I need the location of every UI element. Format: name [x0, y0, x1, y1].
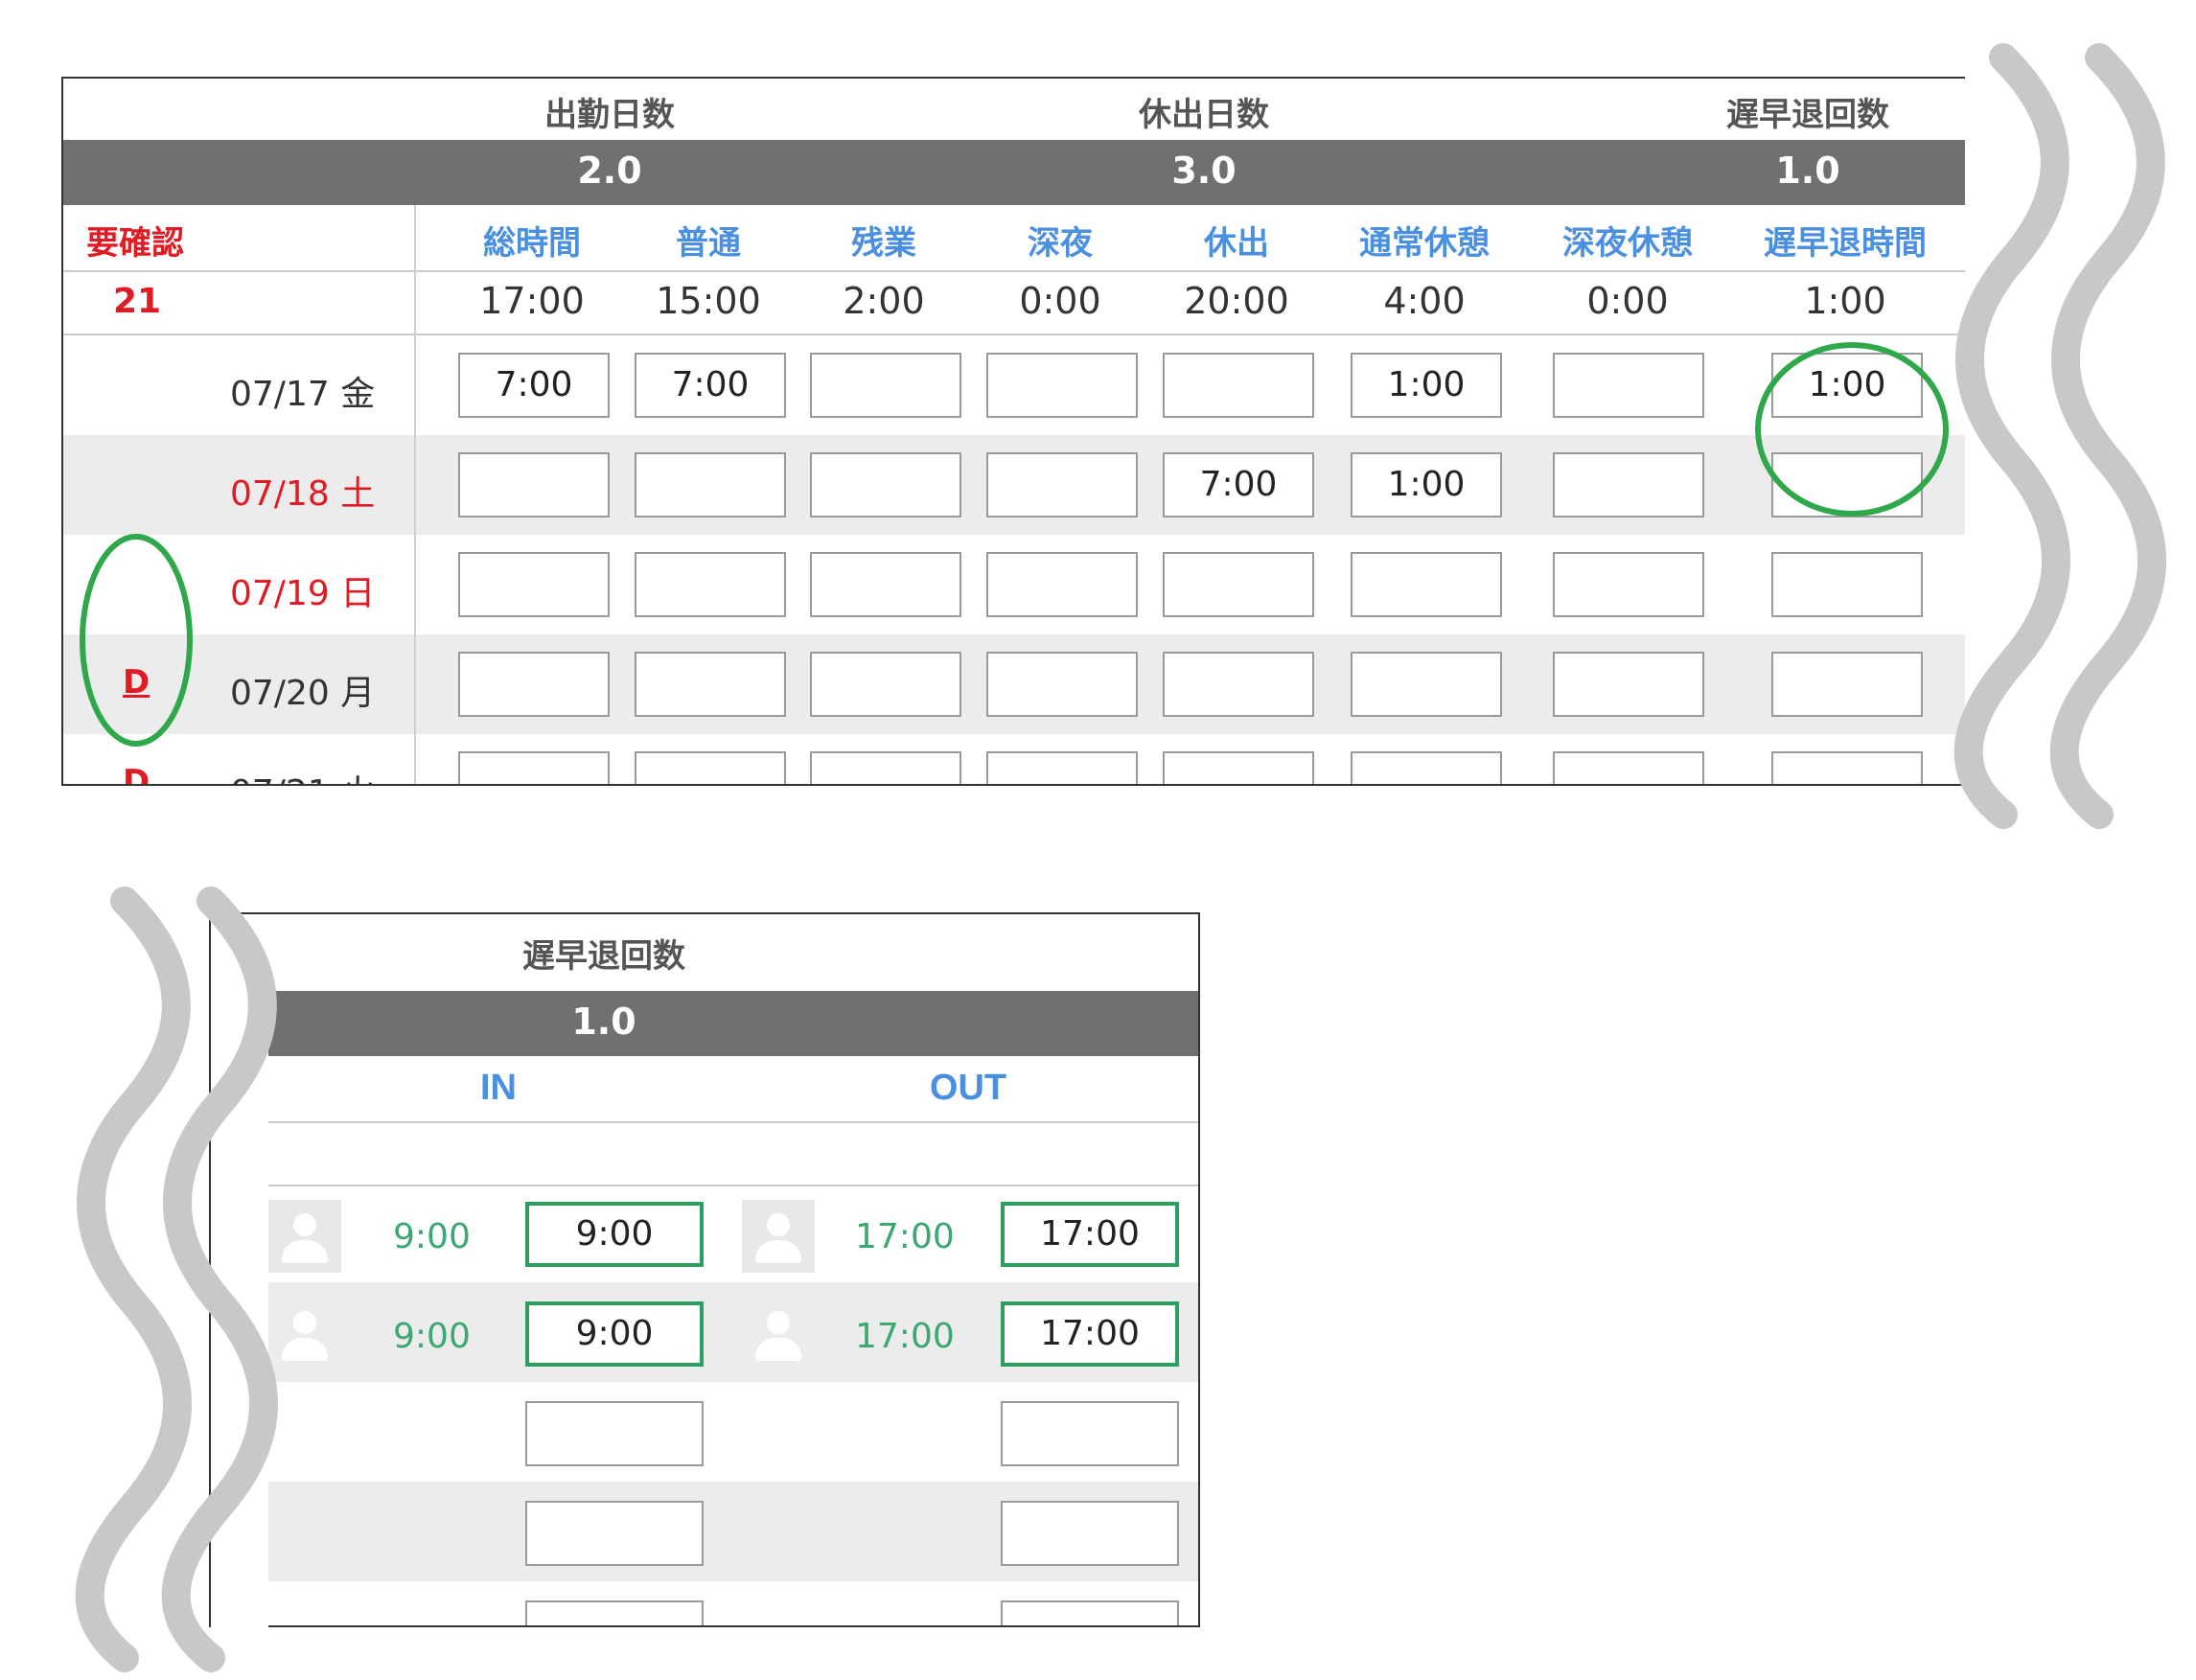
highlight-annotations [80, 342, 1949, 747]
highlight-ellipse-d-flag [80, 534, 193, 747]
highlight-ellipse-late-time [1755, 342, 1949, 517]
